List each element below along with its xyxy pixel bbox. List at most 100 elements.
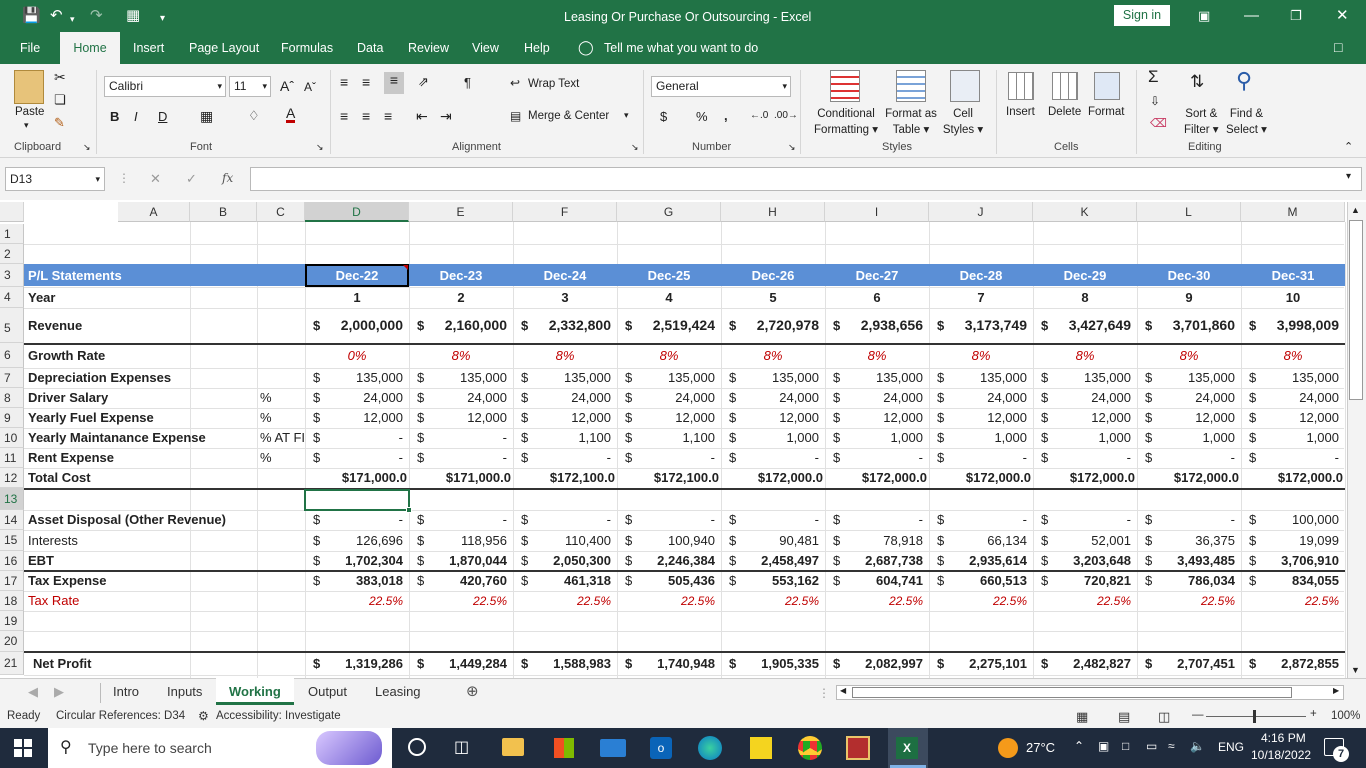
cell-styles-button[interactable]: Cell Styles ▾	[938, 106, 988, 138]
column-header-h[interactable]: H	[721, 202, 825, 222]
next-sheet-icon[interactable]: ▶	[54, 684, 64, 700]
row-header-20[interactable]: 20	[0, 631, 24, 652]
align-center-icon[interactable]: ≡	[362, 108, 370, 124]
row-header-19[interactable]: 19	[0, 611, 24, 631]
status-accessibility[interactable]: Accessibility: Investigate	[216, 710, 341, 722]
tab-view[interactable]: View	[472, 41, 499, 55]
column-header-i[interactable]: I	[825, 202, 929, 222]
zoom-slider-thumb[interactable]	[1253, 710, 1256, 723]
fill-icon[interactable]: ⇩	[1150, 94, 1160, 108]
format-cells-icon[interactable]	[1094, 72, 1120, 100]
find-select-icon[interactable]: ⚲	[1236, 68, 1252, 94]
align-left-icon[interactable]: ≡	[340, 108, 348, 124]
sign-in-button[interactable]: Sign in	[1114, 5, 1170, 26]
row-header-5[interactable]: 5	[0, 308, 24, 343]
column-header-b[interactable]: B	[190, 202, 257, 222]
row-header-15[interactable]: 15	[0, 530, 24, 551]
column-header-k[interactable]: K	[1033, 202, 1137, 222]
paste-button[interactable]: Paste	[15, 106, 44, 118]
winrar-icon[interactable]	[846, 736, 870, 760]
scroll-right-icon[interactable]: ▶	[1333, 686, 1339, 695]
column-header-d[interactable]: D	[305, 202, 409, 222]
font-name-select[interactable]: Calibri ▾	[104, 76, 226, 97]
chevron-down-icon[interactable]: ▾	[624, 110, 629, 121]
align-right-icon[interactable]: ≡	[384, 108, 392, 124]
volume-icon[interactable]: 🔈	[1190, 739, 1205, 753]
formula-input[interactable]	[250, 167, 1362, 191]
number-format-select[interactable]: General ▾	[651, 76, 791, 97]
fill-color-icon[interactable]: ♢	[248, 108, 260, 124]
chrome-icon[interactable]	[798, 736, 822, 760]
close-icon[interactable]: ✕	[1336, 7, 1349, 25]
column-header-g[interactable]: G	[617, 202, 721, 222]
row-header-21[interactable]: 21	[0, 652, 24, 675]
row-header-17[interactable]: 17	[0, 571, 24, 591]
tab-help[interactable]: Help	[524, 41, 550, 55]
conditional-formatting-button[interactable]: Conditional Formatting ▾	[814, 106, 878, 138]
redo-icon[interactable]: ↷	[90, 7, 103, 25]
row-header-13[interactable]: 13	[0, 488, 24, 510]
collapse-ribbon-icon[interactable]: ⌃	[1344, 140, 1353, 153]
sheet-tab-intro[interactable]: Intro	[113, 684, 139, 699]
tell-me-input[interactable]: Tell me what you want to do	[604, 41, 758, 55]
expand-formula-bar-icon[interactable]: ▾	[1346, 171, 1351, 182]
file-explorer-icon[interactable]	[502, 738, 524, 756]
zoom-in-icon[interactable]: +	[1310, 708, 1317, 720]
row-header-10[interactable]: 10	[0, 428, 24, 448]
scroll-up-icon[interactable]: ▲	[1351, 205, 1360, 215]
number-launcher-icon[interactable]: ↘	[788, 142, 796, 153]
sort-filter-icon[interactable]: ⇅	[1190, 72, 1204, 92]
orientation-icon[interactable]: ⇗	[418, 74, 429, 90]
tray-app-icon[interactable]: ▣	[1098, 739, 1109, 753]
insert-cells-icon[interactable]	[1008, 72, 1034, 100]
row-header-11[interactable]: 11	[0, 448, 24, 468]
decrease-decimal-icon[interactable]: .00→	[774, 110, 798, 121]
taskbar-search-box[interactable]: ⚲ Type here to search	[48, 728, 392, 768]
align-bottom-icon[interactable]: ≡	[384, 72, 404, 94]
sheet-tab-output[interactable]: Output	[308, 684, 347, 699]
language-indicator[interactable]: ENG	[1218, 740, 1244, 754]
tab-home[interactable]: Home	[60, 32, 120, 64]
scroll-left-icon[interactable]: ◀	[840, 686, 846, 695]
tab-file[interactable]: File	[20, 41, 40, 55]
column-header-e[interactable]: E	[409, 202, 513, 222]
outlook-icon[interactable]: o	[650, 737, 672, 759]
scrollbar-thumb[interactable]	[852, 687, 1292, 698]
tray-battery-icon[interactable]: ▭	[1146, 739, 1157, 753]
paste-dropdown-icon[interactable]: ▾	[24, 120, 29, 131]
wrap-text-button[interactable]: Wrap Text	[528, 78, 579, 90]
paste-icon[interactable]	[14, 70, 44, 104]
form-icon[interactable]: ▦	[126, 7, 140, 25]
zoom-out-icon[interactable]: —	[1192, 709, 1204, 721]
column-header-j[interactable]: J	[929, 202, 1033, 222]
currency-button[interactable]: $	[660, 109, 667, 124]
undo-icon[interactable]: ↶	[50, 7, 63, 25]
row-header-16[interactable]: 16	[0, 551, 24, 571]
excel-icon[interactable]: X	[896, 737, 918, 759]
row-header-12[interactable]: 12	[0, 468, 24, 488]
column-header-f[interactable]: F	[513, 202, 617, 222]
undo-dropdown-icon[interactable]: ▾	[70, 10, 75, 28]
temperature[interactable]: 27°C	[1026, 740, 1055, 755]
column-header-a[interactable]: A	[118, 202, 190, 222]
windows-start-icon[interactable]	[14, 739, 32, 757]
insert-cells-button[interactable]: Insert	[1006, 106, 1035, 118]
selected-cell-d13[interactable]	[304, 489, 410, 511]
row-header-7[interactable]: 7	[0, 368, 24, 388]
scroll-down-icon[interactable]: ▼	[1351, 665, 1360, 675]
page-break-view-icon[interactable]: ◫	[1158, 709, 1170, 725]
wrap-text-icon[interactable]: ↩	[510, 76, 520, 90]
clock-date[interactable]: 10/18/2022	[1251, 748, 1311, 762]
conditional-formatting-icon[interactable]	[830, 70, 860, 102]
row-header-2[interactable]: 2	[0, 244, 24, 264]
merge-center-button[interactable]: Merge & Center	[528, 110, 609, 122]
tab-formulas[interactable]: Formulas	[281, 41, 333, 55]
format-painter-icon[interactable]: ✎	[54, 115, 65, 131]
sheet-tab-working[interactable]: Working	[229, 684, 281, 699]
clock-time[interactable]: 4:16 PM	[1261, 731, 1306, 745]
minimize-icon[interactable]: —	[1244, 7, 1259, 25]
tray-overflow-icon[interactable]: ⌃	[1074, 739, 1084, 753]
select-all-corner[interactable]	[0, 202, 24, 222]
row-header-14[interactable]: 14	[0, 510, 24, 530]
clipboard-launcher-icon[interactable]: ↘	[83, 142, 91, 153]
